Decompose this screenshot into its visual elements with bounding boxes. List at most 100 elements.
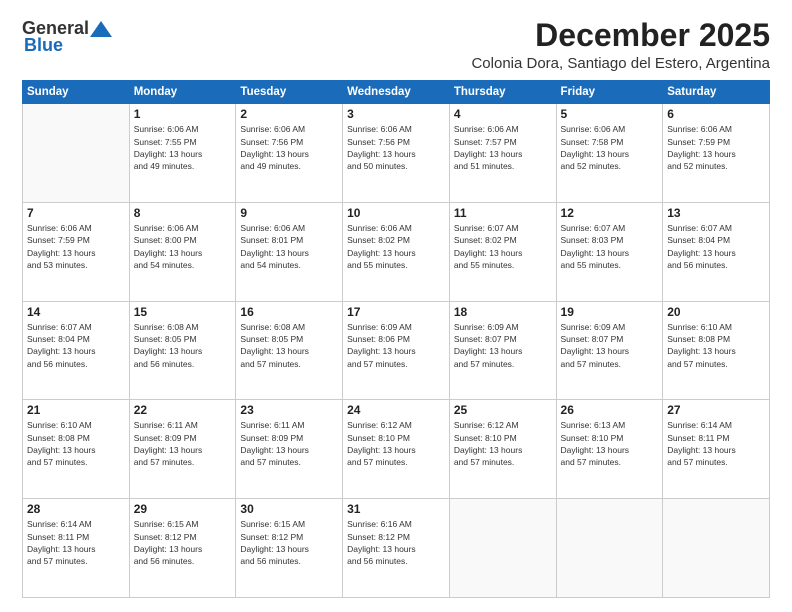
title-section: December 2025 Colonia Dora, Santiago del… [471, 18, 770, 72]
day-info: Sunrise: 6:09 AMSunset: 8:07 PMDaylight:… [561, 321, 659, 370]
calendar-cell: 18 Sunrise: 6:09 AMSunset: 8:07 PMDayligh… [449, 301, 556, 400]
day-info: Sunrise: 6:11 AMSunset: 8:09 PMDaylight:… [134, 419, 232, 468]
day-number: 5 [561, 107, 659, 121]
calendar-cell: 16 Sunrise: 6:08 AMSunset: 8:05 PMDayligh… [236, 301, 343, 400]
col-friday: Friday [556, 81, 663, 104]
day-number: 29 [134, 502, 232, 516]
calendar-cell: 19 Sunrise: 6:09 AMSunset: 8:07 PMDayligh… [556, 301, 663, 400]
day-number: 2 [240, 107, 338, 121]
day-number: 10 [347, 206, 445, 220]
calendar-cell: 2Sunrise: 6:06 AMSunset: 7:56 PMDaylight… [236, 104, 343, 203]
calendar-week-5: 28 Sunrise: 6:14 AMSunset: 8:11 PMDayligh… [23, 499, 770, 598]
day-number: 17 [347, 305, 445, 319]
day-number: 28 [27, 502, 125, 516]
calendar-cell: 11 Sunrise: 6:07 AMSunset: 8:02 PMDayligh… [449, 202, 556, 301]
day-info: Sunrise: 6:07 AMSunset: 8:02 PMDaylight:… [454, 222, 552, 271]
calendar-cell: 15 Sunrise: 6:08 AMSunset: 8:05 PMDayligh… [129, 301, 236, 400]
day-info: Sunrise: 6:06 AMSunset: 8:01 PMDaylight:… [240, 222, 338, 271]
calendar-table: Sunday Monday Tuesday Wednesday Thursday… [22, 80, 770, 598]
col-tuesday: Tuesday [236, 81, 343, 104]
logo: General Blue [22, 18, 113, 56]
calendar-cell: 5 Sunrise: 6:06 AMSunset: 7:58 PMDaylight… [556, 104, 663, 203]
calendar-cell: 10 Sunrise: 6:06 AMSunset: 8:02 PMDayligh… [343, 202, 450, 301]
calendar-cell: 14Sunrise: 6:07 AMSunset: 8:04 PMDayligh… [23, 301, 130, 400]
calendar-cell: 29 Sunrise: 6:15 AMSunset: 8:12 PMDayligh… [129, 499, 236, 598]
day-info: Sunrise: 6:07 AMSunset: 8:04 PMDaylight:… [667, 222, 765, 271]
calendar-cell: 26 Sunrise: 6:13 AMSunset: 8:10 PMDayligh… [556, 400, 663, 499]
day-info: Sunrise: 6:06 AMSunset: 7:58 PMDaylight:… [561, 123, 659, 172]
day-number: 4 [454, 107, 552, 121]
calendar-week-2: 7Sunrise: 6:06 AMSunset: 7:59 PMDaylight… [23, 202, 770, 301]
calendar-cell: 6Sunrise: 6:06 AMSunset: 7:59 PMDaylight… [663, 104, 770, 203]
day-number: 20 [667, 305, 765, 319]
logo-blue-text: Blue [24, 35, 63, 56]
col-thursday: Thursday [449, 81, 556, 104]
calendar-week-4: 21Sunrise: 6:10 AMSunset: 8:08 PMDayligh… [23, 400, 770, 499]
day-number: 21 [27, 403, 125, 417]
day-info: Sunrise: 6:12 AMSunset: 8:10 PMDaylight:… [454, 419, 552, 468]
calendar-cell: 23Sunrise: 6:11 AMSunset: 8:09 PMDayligh… [236, 400, 343, 499]
calendar-week-1: 1 Sunrise: 6:06 AMSunset: 7:55 PMDaylight… [23, 104, 770, 203]
day-number: 22 [134, 403, 232, 417]
day-info: Sunrise: 6:06 AMSunset: 7:56 PMDaylight:… [347, 123, 445, 172]
day-number: 15 [134, 305, 232, 319]
day-info: Sunrise: 6:07 AMSunset: 8:04 PMDaylight:… [27, 321, 125, 370]
day-info: Sunrise: 6:09 AMSunset: 8:06 PMDaylight:… [347, 321, 445, 370]
day-info: Sunrise: 6:14 AMSunset: 8:11 PMDaylight:… [667, 419, 765, 468]
calendar-cell: 8Sunrise: 6:06 AMSunset: 8:00 PMDaylight… [129, 202, 236, 301]
calendar-cell: 30Sunrise: 6:15 AMSunset: 8:12 PMDayligh… [236, 499, 343, 598]
col-monday: Monday [129, 81, 236, 104]
day-info: Sunrise: 6:11 AMSunset: 8:09 PMDaylight:… [240, 419, 338, 468]
calendar-cell [663, 499, 770, 598]
day-number: 24 [347, 403, 445, 417]
day-number: 27 [667, 403, 765, 417]
day-info: Sunrise: 6:13 AMSunset: 8:10 PMDaylight:… [561, 419, 659, 468]
day-number: 30 [240, 502, 338, 516]
day-number: 13 [667, 206, 765, 220]
day-info: Sunrise: 6:16 AMSunset: 8:12 PMDaylight:… [347, 518, 445, 567]
calendar-cell [23, 104, 130, 203]
day-number: 11 [454, 206, 552, 220]
day-info: Sunrise: 6:06 AMSunset: 7:55 PMDaylight:… [134, 123, 232, 172]
calendar-week-3: 14Sunrise: 6:07 AMSunset: 8:04 PMDayligh… [23, 301, 770, 400]
day-number: 3 [347, 107, 445, 121]
day-number: 26 [561, 403, 659, 417]
day-number: 18 [454, 305, 552, 319]
day-number: 9 [240, 206, 338, 220]
day-info: Sunrise: 6:14 AMSunset: 8:11 PMDaylight:… [27, 518, 125, 567]
calendar-cell [449, 499, 556, 598]
calendar-cell: 25Sunrise: 6:12 AMSunset: 8:10 PMDayligh… [449, 400, 556, 499]
day-number: 31 [347, 502, 445, 516]
day-info: Sunrise: 6:06 AMSunset: 7:57 PMDaylight:… [454, 123, 552, 172]
day-info: Sunrise: 6:06 AMSunset: 7:59 PMDaylight:… [667, 123, 765, 172]
calendar-header-row: Sunday Monday Tuesday Wednesday Thursday… [23, 81, 770, 104]
day-info: Sunrise: 6:06 AMSunset: 7:59 PMDaylight:… [27, 222, 125, 271]
calendar-cell [556, 499, 663, 598]
day-info: Sunrise: 6:09 AMSunset: 8:07 PMDaylight:… [454, 321, 552, 370]
day-number: 19 [561, 305, 659, 319]
day-number: 12 [561, 206, 659, 220]
day-number: 8 [134, 206, 232, 220]
calendar-cell: 3 Sunrise: 6:06 AMSunset: 7:56 PMDaylight… [343, 104, 450, 203]
day-info: Sunrise: 6:08 AMSunset: 8:05 PMDaylight:… [240, 321, 338, 370]
col-sunday: Sunday [23, 81, 130, 104]
logo-icon [90, 21, 112, 37]
col-saturday: Saturday [663, 81, 770, 104]
calendar-cell: 7Sunrise: 6:06 AMSunset: 7:59 PMDaylight… [23, 202, 130, 301]
day-info: Sunrise: 6:06 AMSunset: 8:02 PMDaylight:… [347, 222, 445, 271]
day-info: Sunrise: 6:10 AMSunset: 8:08 PMDaylight:… [667, 321, 765, 370]
header: General Blue December 2025 Colonia Dora,… [22, 18, 770, 72]
day-info: Sunrise: 6:15 AMSunset: 8:12 PMDaylight:… [134, 518, 232, 567]
calendar-cell: 4 Sunrise: 6:06 AMSunset: 7:57 PMDaylight… [449, 104, 556, 203]
month-title: December 2025 [471, 18, 770, 53]
calendar-cell: 21Sunrise: 6:10 AMSunset: 8:08 PMDayligh… [23, 400, 130, 499]
day-number: 1 [134, 107, 232, 121]
day-info: Sunrise: 6:08 AMSunset: 8:05 PMDaylight:… [134, 321, 232, 370]
calendar-cell: 28 Sunrise: 6:14 AMSunset: 8:11 PMDayligh… [23, 499, 130, 598]
calendar-cell: 31 Sunrise: 6:16 AMSunset: 8:12 PMDayligh… [343, 499, 450, 598]
page: General Blue December 2025 Colonia Dora,… [0, 0, 792, 612]
calendar-cell: 27 Sunrise: 6:14 AMSunset: 8:11 PMDayligh… [663, 400, 770, 499]
calendar-cell: 12Sunrise: 6:07 AMSunset: 8:03 PMDayligh… [556, 202, 663, 301]
day-number: 16 [240, 305, 338, 319]
col-wednesday: Wednesday [343, 81, 450, 104]
